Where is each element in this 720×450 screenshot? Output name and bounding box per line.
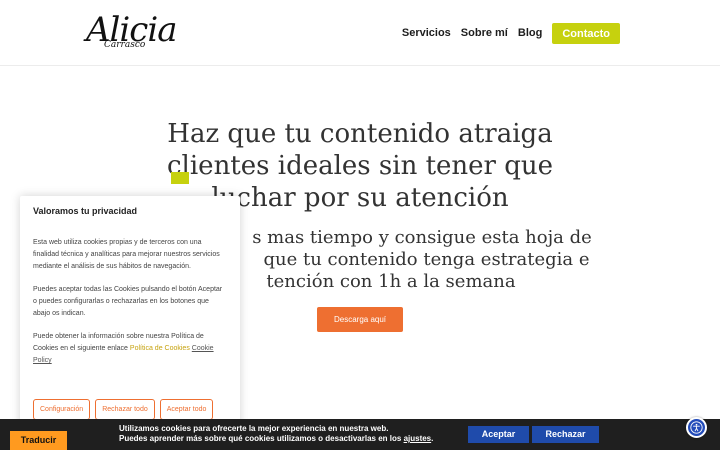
cookie-bar-line-2-text: Puedes aprender más sobre qué cookies ut… (119, 434, 404, 443)
translate-button[interactable]: Traducir (10, 431, 67, 450)
cookie-settings-link[interactable]: ajustes (404, 434, 432, 443)
cookie-bar-accept-button[interactable]: Aceptar (468, 426, 529, 443)
cookie-bar-reject-button[interactable]: Rechazar (532, 426, 599, 443)
main-nav: Servicios Sobre mí Blog Contacto (402, 22, 620, 44)
nav-item-servicios[interactable]: Servicios (402, 27, 451, 39)
accessibility-button[interactable] (686, 417, 707, 438)
cookie-bar-line-2-end: . (431, 434, 434, 443)
cookie-reject-all-button[interactable]: Rechazar todo (95, 399, 155, 420)
cookie-consent-modal: Valoramos tu privacidad Esta web utiliza… (20, 196, 240, 430)
download-button[interactable]: Descarga aquí (317, 307, 403, 332)
cookie-modal-buttons: Configuración Rechazar todo Aceptar todo (33, 399, 214, 420)
accessibility-icon (690, 421, 703, 434)
cookie-bar-line-2: Puedes aprender más sobre qué cookies ut… (119, 434, 433, 444)
site-header: Alicia Carrasco Servicios Sobre mí Blog … (0, 0, 720, 66)
cookie-bar-line-1: Utilizamos cookies para ofrecerte la mej… (119, 424, 389, 433)
cookie-paragraph-2: Puedes aceptar todas las Cookies pulsand… (33, 286, 223, 317)
hero-title-line: Haz que tu contenido atraiga (167, 119, 553, 149)
cookie-paragraph-3: Puede obtener la información sobre nuest… (33, 331, 227, 367)
nav-item-blog[interactable]: Blog (518, 27, 542, 39)
cookie-bar: Traducir Utilizamos cookies para ofrecer… (0, 419, 720, 450)
cookie-bar-text: Utilizamos cookies para ofrecerte la mej… (119, 424, 433, 444)
contact-button[interactable]: Contacto (552, 22, 620, 44)
hero-title-line: clientes ideales sin tener que (166, 151, 554, 181)
logo[interactable]: Alicia Carrasco (86, 10, 177, 56)
cookie-modal-title: Valoramos tu privacidad (33, 206, 138, 216)
logo-sub-text: Carrasco (104, 40, 146, 50)
cookie-policy-link[interactable]: Política de Cookies (130, 345, 190, 352)
nav-item-sobre-mi[interactable]: Sobre mí (461, 27, 508, 39)
cookie-accept-all-button[interactable]: Aceptar todo (159, 399, 214, 420)
accent-decoration (171, 172, 189, 184)
cookie-config-button[interactable]: Configuración (33, 399, 91, 420)
cookie-paragraph-1: Esta web utiliza cookies propias y de te… (33, 239, 220, 270)
